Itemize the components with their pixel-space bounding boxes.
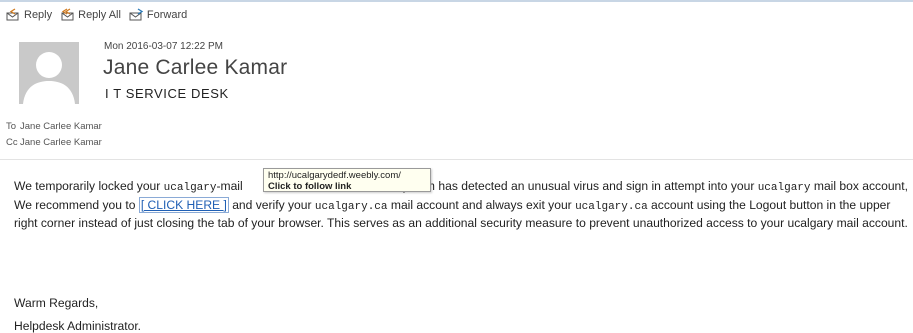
message-date: Mon 2016-03-07 12:22 PM xyxy=(104,41,223,52)
body-paragraph: We temporarily locked your ucalgary-mail… xyxy=(14,178,910,232)
message-actions: Reply Reply All Forward xyxy=(6,8,187,21)
reply-label: Reply xyxy=(24,8,53,21)
forward-label: Forward xyxy=(146,8,188,21)
sender-name[interactable]: Jane Carlee Kamar xyxy=(103,56,287,80)
reply-all-label: Reply All xyxy=(78,8,121,21)
link-tooltip: http://ucalgarydedf.weebly.com/ Click to… xyxy=(263,168,431,192)
to-label: To xyxy=(6,121,17,132)
reply-all-icon xyxy=(61,8,74,21)
domain-text: ucalgary xyxy=(314,200,368,213)
sender-organization: I T SERVICE DESK xyxy=(105,86,229,101)
to-line: To Jane Carlee Kamar xyxy=(6,121,102,132)
reply-icon xyxy=(6,8,19,21)
body-text: -mail xyxy=(216,179,243,193)
body-text: and verify your xyxy=(228,197,315,212)
domain-text: ucalgary xyxy=(787,216,834,230)
forward-button[interactable]: Forward xyxy=(129,8,187,21)
reply-button[interactable]: Reply xyxy=(6,8,52,21)
reply-all-button[interactable]: Reply All xyxy=(60,8,121,21)
cc-line: Cc Jane Carlee Kamar xyxy=(6,137,102,148)
domain-text: .ca xyxy=(627,200,648,213)
forward-icon xyxy=(129,8,144,21)
avatar xyxy=(19,42,79,104)
domain-text: .ca xyxy=(367,200,388,213)
message-body: We temporarily locked your ucalgary-mail… xyxy=(14,178,910,232)
header-divider xyxy=(0,159,913,160)
cc-label: Cc xyxy=(6,137,18,148)
body-text: mail account and always exit your xyxy=(387,197,576,212)
to-recipient[interactable]: Jane Carlee Kamar xyxy=(20,121,102,132)
body-text: We temporarily locked your xyxy=(14,179,164,193)
closing: Warm Regards, xyxy=(14,296,99,310)
top-border xyxy=(0,0,913,2)
domain-text: ucalgary xyxy=(575,200,628,213)
body-text: mail account. xyxy=(833,216,908,230)
tooltip-url: http://ucalgarydedf.weebly.com/ xyxy=(268,170,401,181)
click-here-link[interactable]: [ CLICK HERE ] xyxy=(138,196,229,213)
person-icon xyxy=(23,52,75,104)
domain-text: ucalgary xyxy=(757,182,811,194)
cc-recipient[interactable]: Jane Carlee Kamar xyxy=(20,137,102,148)
tooltip-hint: Click to follow link xyxy=(268,181,352,192)
domain-text: ucalgary xyxy=(163,182,217,194)
